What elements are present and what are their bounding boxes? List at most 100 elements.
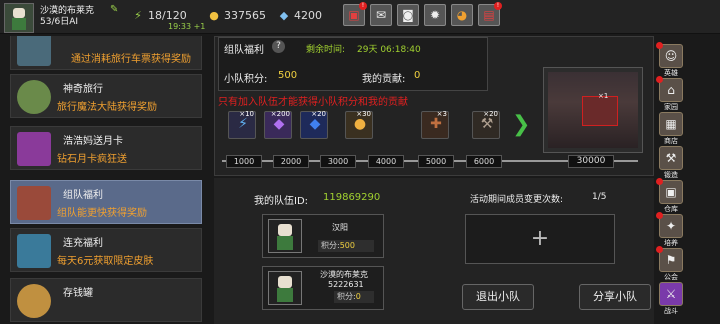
piggy-bank-icon xyxy=(17,284,51,318)
menu-item-desc: 旅行魔法大陆获得奖励 xyxy=(57,102,157,113)
my-contribution-value: 0 xyxy=(414,70,421,81)
menu-item-desc: 钻石月卡疯狂送 xyxy=(57,154,127,165)
menu-item-magic-travel[interactable]: 神奇旅行 旅行魔法大陆获得奖励 xyxy=(10,74,202,118)
gem-stat: ◆ 4200 xyxy=(278,9,322,22)
chest-icon: ▣ xyxy=(659,180,683,204)
leave-team-button[interactable]: 退出小队 xyxy=(462,284,534,310)
member-extra: 5222631 xyxy=(328,280,364,289)
purple-gem-icon: ◆ xyxy=(273,116,285,132)
reward-slot[interactable]: ● ×30 xyxy=(345,110,373,139)
cart-icon: ▣ xyxy=(348,8,360,22)
gamepad-icon: ◙ xyxy=(402,8,414,22)
energy-value: 18/120 xyxy=(148,9,187,22)
team-id-value: 119869290 xyxy=(323,192,381,203)
hero-reward-icon[interactable] xyxy=(582,96,618,126)
shop-icon: ▦ xyxy=(659,112,683,136)
settings-button[interactable]: ✹ xyxy=(424,4,446,26)
gold-stat: ● 337565 xyxy=(208,9,266,22)
mail-button[interactable]: ✉ xyxy=(370,4,392,26)
menu-item-title: 存钱罐 xyxy=(63,288,93,299)
reward-slot[interactable]: ✚ ×3 xyxy=(421,110,449,139)
nav-warehouse[interactable]: ▣ 仓库 xyxy=(656,178,686,214)
reward-slot[interactable]: ◆ ×200 xyxy=(264,110,292,139)
reward-slot[interactable]: ⚒ ×20 xyxy=(472,110,500,139)
player-sub-text: 53/6日AI xyxy=(40,17,79,27)
nav-forge[interactable]: ⚒ 锻造 xyxy=(656,146,686,180)
menu-item-team-welfare[interactable]: 组队福利 组队能更快获得奖励 xyxy=(10,180,202,224)
swords-icon: ⚔ xyxy=(659,282,683,306)
gift-button[interactable]: ▤! xyxy=(478,2,502,26)
milestone-label: 1000 xyxy=(226,155,262,168)
nav-label: 战斗 xyxy=(664,307,678,315)
nav-home[interactable]: ⌂ 家园 xyxy=(656,76,686,112)
member-avatar xyxy=(268,219,302,253)
menu-item-monthly-card[interactable]: 浩浩妈送月卡 钻石月卡疯狂送 xyxy=(10,126,202,170)
monthly-card-icon xyxy=(17,132,51,166)
nav-guild[interactable]: ⚑ 公会 xyxy=(656,246,686,282)
notification-badge: ! xyxy=(359,2,367,10)
menu-item-title: 神奇旅行 xyxy=(63,84,103,95)
milestone-label: 4000 xyxy=(368,155,404,168)
share-team-button[interactable]: 分享小队 xyxy=(579,284,651,310)
shop-cart-button[interactable]: ▣! xyxy=(343,2,367,26)
member-change-value: 1/5 xyxy=(592,192,607,202)
milestone-label: 6000 xyxy=(466,155,502,168)
menu-item-desc: 通过消耗旅行车票获得奖励 xyxy=(71,54,191,65)
my-contribution-label: 我的贡献: xyxy=(362,74,406,85)
reward-count: ×10 xyxy=(239,110,254,118)
menu-item-piggy-bank[interactable]: 存钱罐 xyxy=(10,278,202,322)
invite-member-slot[interactable]: + xyxy=(465,214,615,264)
panel-title: 组队福利 xyxy=(224,45,264,56)
crystal-icon xyxy=(17,234,51,268)
nav-train[interactable]: ✦ 培养 xyxy=(656,212,686,248)
energy-timer: 19:33 +1 xyxy=(168,22,206,31)
coin-icon: ● xyxy=(209,8,219,22)
energy-stat: ⚡ 18/120 xyxy=(132,9,187,22)
help-icon[interactable]: ? xyxy=(272,40,285,53)
nav-label: 公会 xyxy=(664,273,678,281)
reward-slot[interactable]: ◆ ×20 xyxy=(300,110,328,139)
next-arrow-icon[interactable]: ❯ xyxy=(512,112,530,138)
member-name: 沙漠的布莱克 xyxy=(320,270,368,279)
menu-item-title: 组队福利 xyxy=(63,190,103,201)
player-avatar[interactable] xyxy=(4,3,34,33)
team-id-label: 我的队伍ID: xyxy=(254,196,309,207)
hammer-icon: ⚒ xyxy=(480,116,494,132)
lightning-scroll-icon: ⚡ xyxy=(238,116,248,132)
left-menu: 通过消耗旅行车票获得奖励 神奇旅行 旅行魔法大陆获得奖励 浩浩妈送月卡 钻石月卡… xyxy=(10,36,202,324)
member-avatar xyxy=(268,271,302,305)
travel-ticket-icon xyxy=(17,36,51,66)
edit-icon[interactable]: ✎ xyxy=(110,4,118,15)
reward-slot[interactable]: ⚡ ×10 xyxy=(228,110,256,139)
milestone-label: 5000 xyxy=(418,155,454,168)
menu-item-recharge-welfare[interactable]: 连充福利 每天6元获取限定皮肤 xyxy=(10,228,202,272)
notification-badge: ! xyxy=(494,2,502,10)
color-wheel-icon: ◕ xyxy=(456,8,468,22)
gold-value: 337565 xyxy=(224,9,266,22)
mail-icon: ✉ xyxy=(375,8,387,22)
nav-battle[interactable]: ⚔ 战斗 xyxy=(656,282,686,316)
nav-hero[interactable]: ☺ 英雄 xyxy=(656,42,686,78)
nav-shop[interactable]: ▦ 商店 xyxy=(656,112,686,146)
globe-icon xyxy=(17,80,51,114)
train-icon: ✦ xyxy=(659,214,683,238)
guild-icon: ⚑ xyxy=(659,248,683,272)
notification-dot xyxy=(656,246,663,253)
notification-dot xyxy=(656,76,663,83)
lightning-icon: ⚡ xyxy=(134,8,142,22)
nav-label: 商店 xyxy=(664,137,678,145)
top-bar: 沙漠的布莱克 53/6日AI ✎ ⚡ 18/120 19:33 +1 ● 337… xyxy=(0,0,720,34)
remaining-time-value: 29天 06:18:40 xyxy=(357,45,421,55)
hero-icon: ☺ xyxy=(659,44,683,68)
anvil-icon: ⚒ xyxy=(659,146,683,170)
flame-egg-icon: ● xyxy=(353,116,367,132)
home-icon: ⌂ xyxy=(659,78,683,102)
gamepad-button[interactable]: ◙ xyxy=(397,4,419,26)
notification-dot xyxy=(656,42,663,49)
join-team-warning: 只有加入队伍才能获得小队积分和我的贡献 xyxy=(218,97,408,108)
reward-count: ×30 xyxy=(356,110,371,118)
menu-item-travel-ticket[interactable]: 通过消耗旅行车票获得奖励 xyxy=(10,36,202,70)
color-wheel-button[interactable]: ◕ xyxy=(451,4,473,26)
notification-dot xyxy=(656,212,663,219)
gem-value: 4200 xyxy=(294,9,322,22)
